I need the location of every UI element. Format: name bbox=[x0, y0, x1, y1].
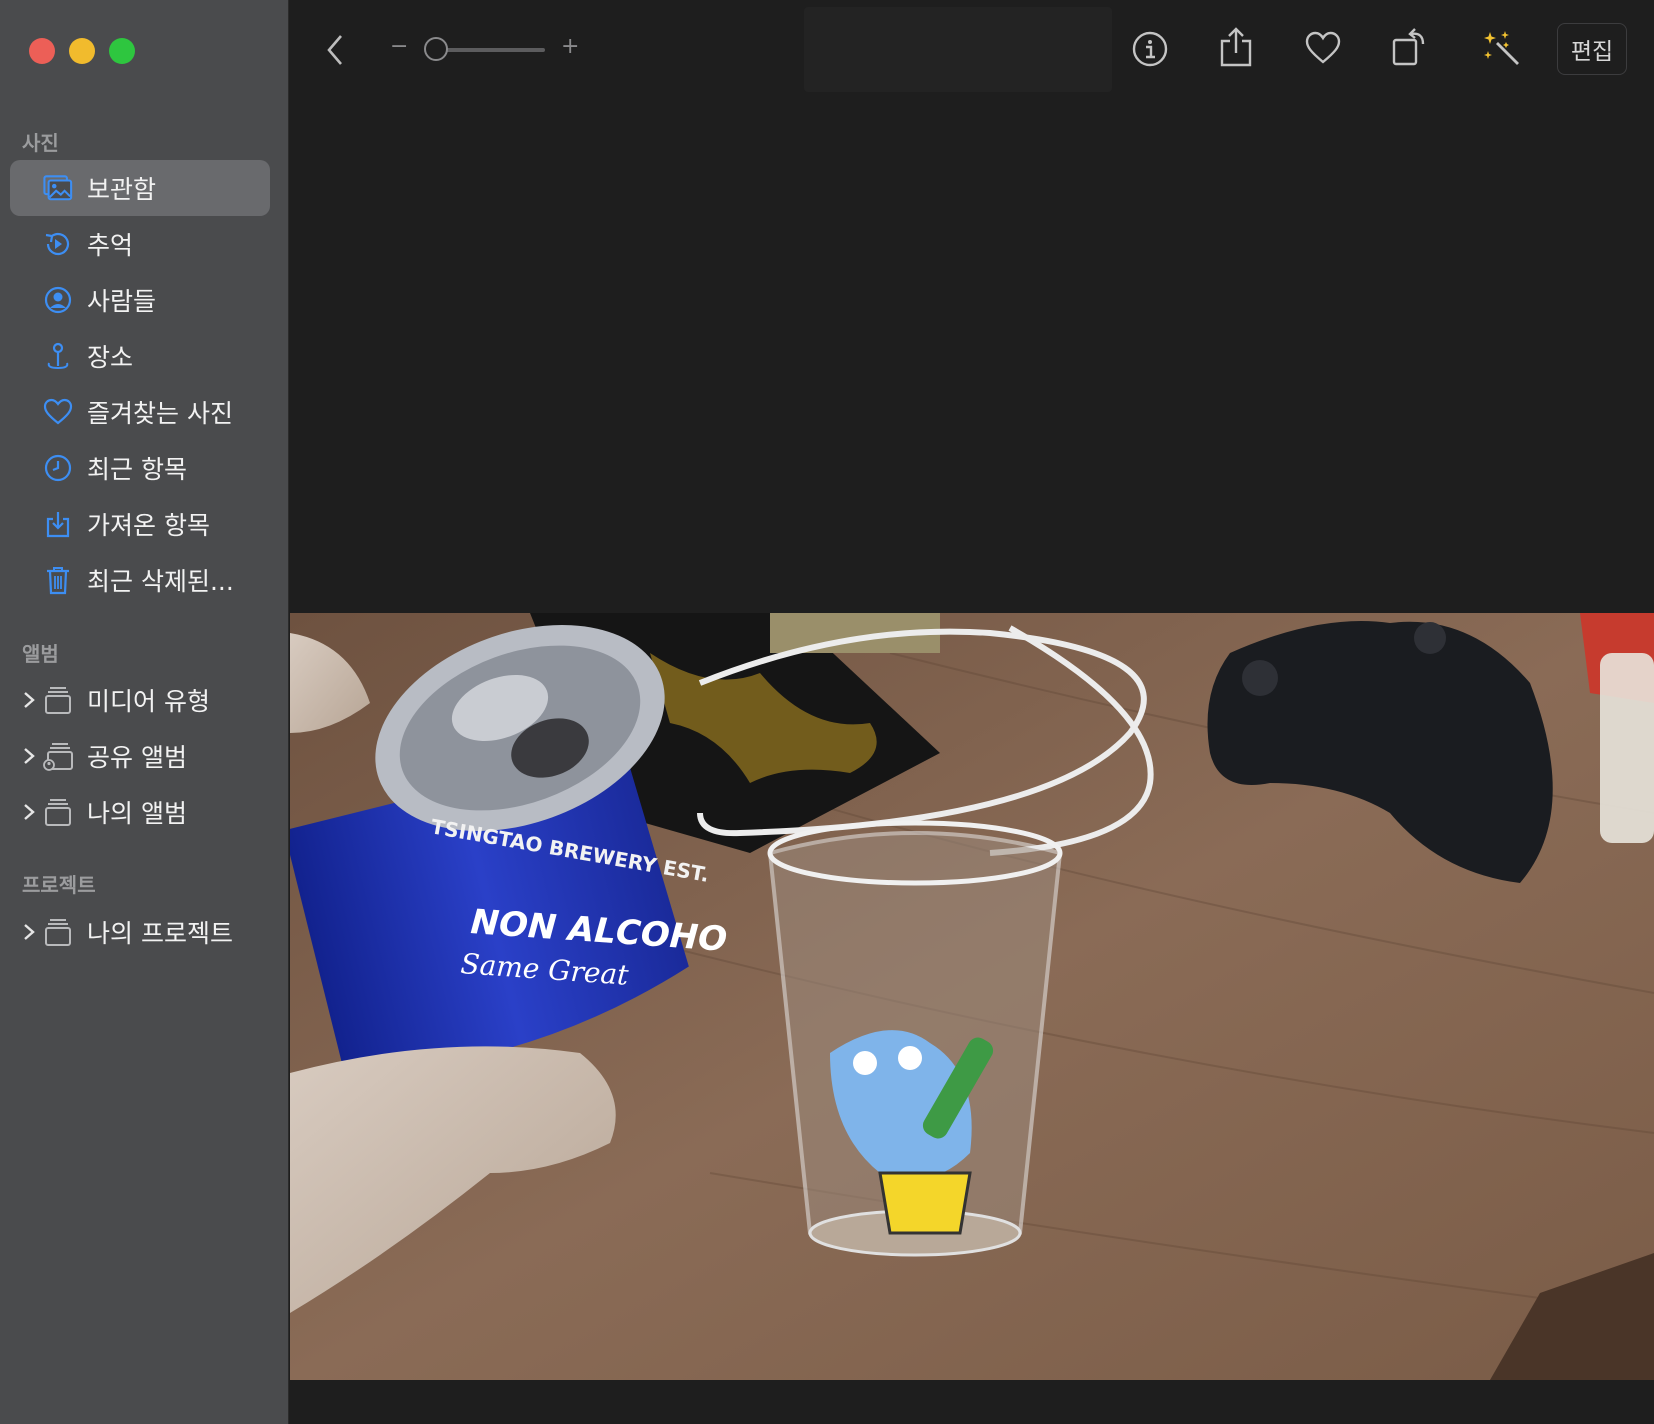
section-label-albums: 앨범 bbox=[22, 642, 59, 666]
places-pin-icon bbox=[43, 341, 73, 371]
sidebar-item-label: 추억 bbox=[87, 231, 134, 260]
sidebar-item-label: 사람들 bbox=[87, 287, 157, 316]
close-window-button[interactable] bbox=[29, 38, 55, 64]
shot-glass bbox=[767, 820, 1063, 1257]
sidebar-item-label: 최근 삭제된... bbox=[87, 567, 234, 596]
magic-wand-icon bbox=[1484, 31, 1519, 65]
sidebar-item-media-types[interactable]: 미디어 유형 bbox=[10, 672, 270, 728]
sidebar-item-label: 최근 항목 bbox=[87, 455, 187, 484]
people-icon bbox=[43, 285, 73, 315]
shared-album-icon bbox=[43, 741, 73, 771]
sidebar: 사진 보관함 추억 사람들 장소 즐겨찾는 사진 최근 항목 가져온 항목 최근… bbox=[0, 0, 289, 1424]
sidebar-item-recently-deleted[interactable]: 최근 삭제된... bbox=[10, 552, 270, 608]
sidebar-item-my-albums[interactable]: 나의 앨범 bbox=[10, 784, 270, 840]
rotate-button[interactable] bbox=[1390, 24, 1430, 70]
toolbar: − + 편집 bbox=[290, 0, 1654, 100]
sidebar-item-favorites[interactable]: 즐겨찾는 사진 bbox=[10, 384, 270, 440]
chevron-right-icon[interactable] bbox=[20, 921, 38, 943]
chevron-left-icon bbox=[327, 35, 342, 65]
memories-icon bbox=[43, 229, 73, 259]
zoom-window-button[interactable] bbox=[109, 38, 135, 64]
sidebar-item-recents[interactable]: 최근 항목 bbox=[10, 440, 270, 496]
sidebar-item-library[interactable]: 보관함 bbox=[10, 160, 270, 216]
favorite-button[interactable] bbox=[1303, 28, 1343, 68]
sidebar-item-label: 미디어 유형 bbox=[87, 687, 210, 716]
sidebar-item-label: 나의 앨범 bbox=[87, 799, 187, 828]
minimize-window-button[interactable] bbox=[69, 38, 95, 64]
sidebar-item-people[interactable]: 사람들 bbox=[10, 272, 270, 328]
album-stack-icon bbox=[43, 797, 73, 827]
share-icon bbox=[1220, 27, 1252, 67]
clock-icon bbox=[43, 453, 73, 483]
heart-icon bbox=[43, 397, 73, 427]
album-stack-icon bbox=[43, 917, 73, 947]
zoom-slider-knob[interactable] bbox=[423, 37, 448, 61]
info-button[interactable] bbox=[1130, 28, 1170, 70]
photo-image: TSINGTAO BREWERY EST. NON ALCOHO Same Gr… bbox=[290, 613, 1654, 1380]
trash-icon bbox=[43, 565, 73, 595]
section-label-projects: 프로젝트 bbox=[22, 873, 96, 897]
sidebar-item-my-projects[interactable]: 나의 프로젝트 bbox=[10, 904, 270, 960]
zoom-out-icon[interactable]: − bbox=[390, 34, 408, 59]
share-button[interactable] bbox=[1216, 24, 1256, 70]
info-icon bbox=[1132, 31, 1168, 67]
zoom-slider-track[interactable] bbox=[435, 48, 545, 52]
sidebar-item-memories[interactable]: 추억 bbox=[10, 216, 270, 272]
zoom-in-icon[interactable]: + bbox=[561, 34, 579, 59]
photo-library-icon bbox=[43, 173, 73, 203]
photo-viewer[interactable]: TSINGTAO BREWERY EST. NON ALCOHO Same Gr… bbox=[290, 613, 1654, 1380]
chevron-right-icon[interactable] bbox=[20, 689, 38, 711]
photo-title-area bbox=[804, 7, 1112, 92]
sidebar-item-label: 나의 프로젝트 bbox=[87, 919, 233, 948]
sidebar-item-imports[interactable]: 가져온 항목 bbox=[10, 496, 270, 552]
sidebar-item-label: 장소 bbox=[87, 343, 134, 372]
sidebar-item-places[interactable]: 장소 bbox=[10, 328, 270, 384]
auto-enhance-button[interactable] bbox=[1480, 28, 1522, 68]
back-button[interactable] bbox=[320, 30, 350, 70]
sidebar-item-shared-albums[interactable]: 공유 앨범 bbox=[10, 728, 270, 784]
sidebar-item-label: 가져온 항목 bbox=[87, 511, 210, 540]
window-controls bbox=[29, 38, 135, 64]
sidebar-item-label: 공유 앨범 bbox=[87, 743, 187, 772]
chevron-right-icon[interactable] bbox=[20, 745, 38, 767]
section-label-photos: 사진 bbox=[22, 131, 59, 155]
bottle bbox=[1600, 653, 1654, 843]
edit-button[interactable]: 편집 bbox=[1557, 23, 1627, 75]
sidebar-item-label: 보관함 bbox=[87, 175, 157, 204]
album-stack-icon bbox=[43, 685, 73, 715]
rotate-icon bbox=[1392, 28, 1425, 66]
sidebar-item-label: 즐겨찾는 사진 bbox=[87, 399, 233, 428]
import-icon bbox=[43, 509, 73, 539]
chevron-right-icon[interactable] bbox=[20, 801, 38, 823]
heart-icon bbox=[1305, 31, 1341, 64]
